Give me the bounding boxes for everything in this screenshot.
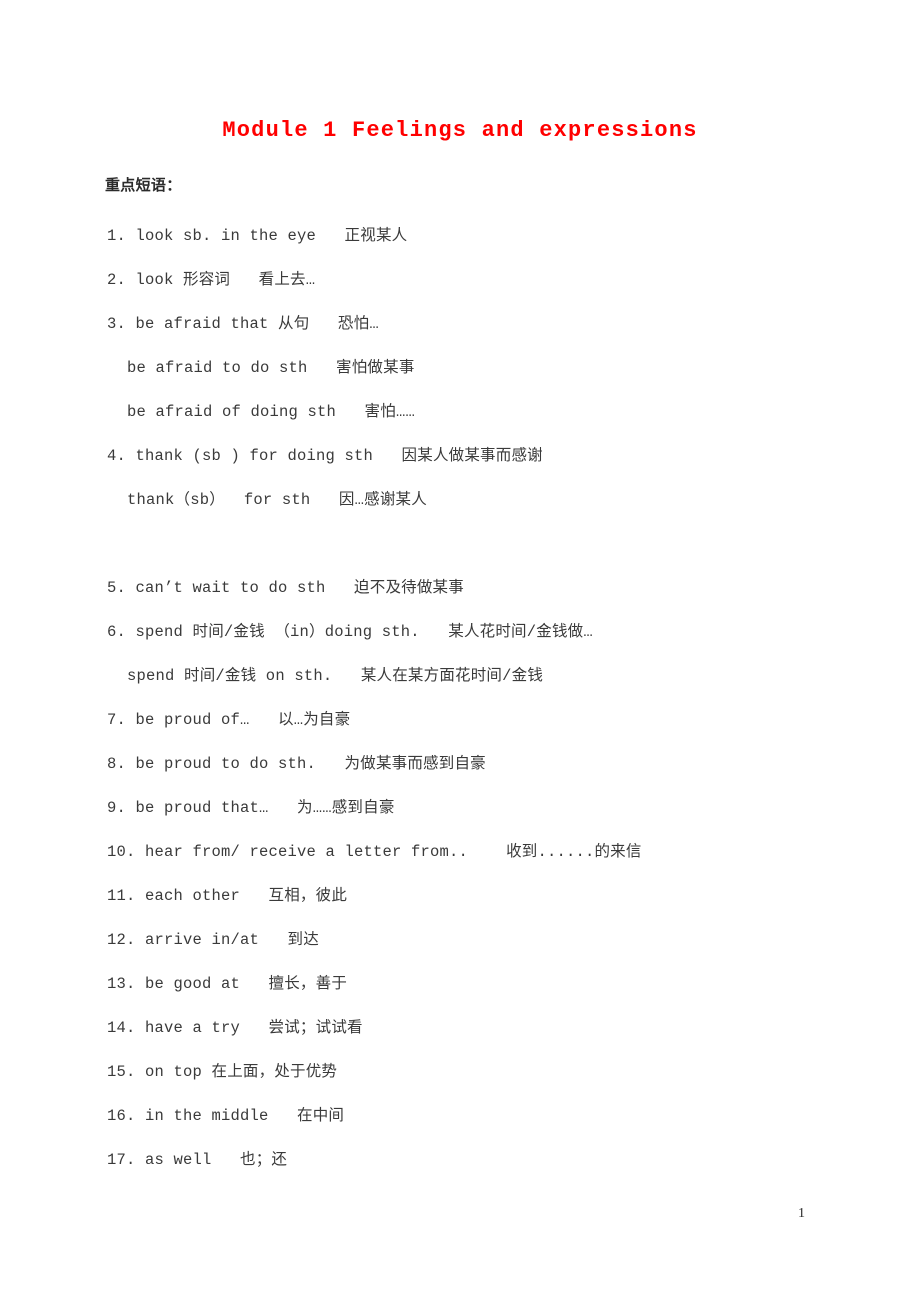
phrase-item: 15. on top 在上面，处于优势 bbox=[107, 1063, 338, 1081]
phrase-item: 6. spend 时间/金钱 （in）doing sth. 某人花时间/金钱做… bbox=[107, 623, 593, 641]
phrase-item: 3. be afraid that 从句 恐怕… bbox=[107, 315, 379, 333]
phrase-item: 9. be proud that… 为……感到自豪 bbox=[107, 799, 395, 817]
phrase-item: 8. be proud to do sth. 为做某事而感到自豪 bbox=[107, 755, 486, 773]
phrase-item: 17. as well 也；还 bbox=[107, 1151, 288, 1169]
phrase-item: 4. thank (sb ) for doing sth 因某人做某事而感谢 bbox=[107, 447, 543, 465]
phrase-item: 7. be proud of… 以…为自豪 bbox=[107, 711, 351, 729]
phrase-subline: spend 时间/金钱 on sth. 某人在某方面花时间/金钱 bbox=[127, 667, 544, 685]
phrase-subline: be afraid to do sth 害怕做某事 bbox=[127, 359, 415, 377]
phrase-item: 2. look 形容词 看上去… bbox=[107, 271, 316, 289]
phrase-item: 12. arrive in/at 到达 bbox=[107, 931, 319, 949]
phrase-subline: be afraid of doing sth 害怕…… bbox=[127, 403, 415, 421]
phrase-item: 16. in the middle 在中间 bbox=[107, 1107, 345, 1125]
phrase-item: 14. have a try 尝试；试试看 bbox=[107, 1019, 363, 1037]
phrase-item: 11. each other 互相，彼此 bbox=[107, 887, 348, 905]
phrase-item: 1. look sb. in the eye 正视某人 bbox=[107, 227, 408, 245]
phrase-list: 1. look sb. in the eye 正视某人 2. look 形容词 看… bbox=[0, 214, 920, 1182]
phrase-spacer bbox=[0, 522, 920, 566]
document-page: Module 1 Feelings and expressions 重点短语： … bbox=[0, 0, 920, 1302]
phrase-item: 5. can’t wait to do sth 迫不及待做某事 bbox=[107, 579, 464, 597]
phrase-item: 10. hear from/ receive a letter from.. 收… bbox=[107, 843, 642, 861]
page-number: 1 bbox=[798, 1206, 805, 1221]
page-title: Module 1 Feelings and expressions bbox=[222, 118, 698, 143]
section-heading-key-phrases: 重点短语： bbox=[105, 176, 182, 194]
phrase-subline: thank（sb） for sth 因…感谢某人 bbox=[127, 491, 427, 509]
phrase-item: 13. be good at 擅长，善于 bbox=[107, 975, 348, 993]
